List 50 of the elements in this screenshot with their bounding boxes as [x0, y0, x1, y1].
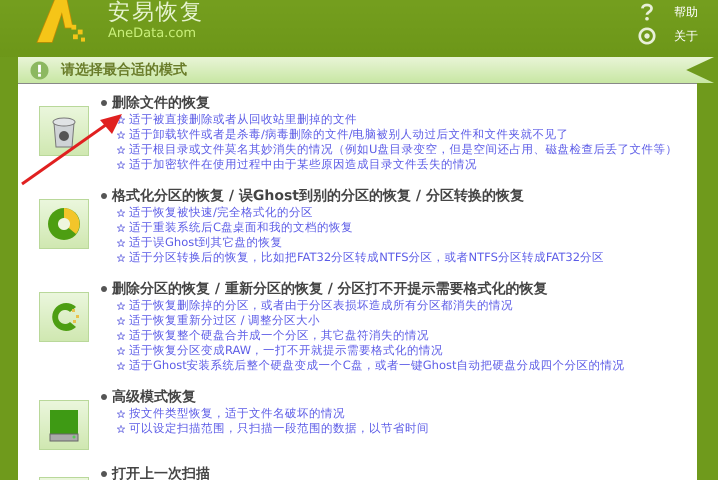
star-icon [117, 130, 125, 138]
mode-description: 适于Ghost安装系统后整个硬盘变成一个C盘，或者一键Ghost自动把硬盘分成四个分区的情况 [129, 358, 625, 373]
star-icon [117, 316, 125, 324]
panel-title: 请选择最合适的模式 [61, 61, 187, 79]
star-icon [117, 208, 125, 216]
mode-title[interactable]: 删除分区的恢复 / 重新分区的恢复 / 分区打不开提示需要格式化的恢复 [112, 280, 548, 298]
help-icon[interactable] [638, 3, 656, 21]
c-letter-icon[interactable] [39, 292, 89, 342]
star-icon [117, 238, 125, 246]
alert-icon [30, 60, 49, 80]
hard-drive-icon[interactable] [39, 400, 89, 450]
star-icon [117, 116, 125, 124]
mode-description: 适于加密软件在使用过程中由于某些原因造成目录文件丢失的情况 [129, 157, 477, 172]
star-icon [117, 346, 125, 354]
star-icon [117, 332, 125, 340]
mode-description: 适于分区转换后的恢复，比如把FAT32分区转成NTFS分区，或者NTFS分区转成FAT32分区 [129, 250, 604, 265]
mode-description: 适于重装系统后C盘桌面和我的文档的恢复 [129, 220, 354, 235]
star-icon [117, 302, 125, 310]
mode-description: 适于根目录或文件莫名其妙消失的情况（例如U盘目录变空，但是空间还占用、磁盘检查后丢了文件等） [129, 142, 678, 157]
star-icon [117, 160, 125, 168]
mode-description: 适于恢复删除掉的分区，或者由于分区表损坏造成所有分区都消失的情况 [129, 298, 513, 313]
mode-description: 可以设定扫描范围，只扫描一段范围的数据，以节省时间 [129, 421, 429, 436]
mode-title[interactable]: 删除文件的恢复 [112, 94, 210, 112]
mode-title[interactable]: 高级模式恢复 [112, 388, 196, 406]
mode-description: 适于误Ghost到其它盘的恢复 [129, 235, 283, 250]
info-icon[interactable] [638, 27, 656, 45]
bullet-icon [101, 193, 107, 199]
mode-description: 按文件类型恢复，适于文件名破坏的情况 [129, 406, 345, 421]
mode-description: 适于恢复整个硬盘合并成一个分区，其它盘符消失的情况 [129, 328, 429, 343]
mode-description: 适于恢复被快速/完全格式化的分区 [129, 205, 313, 220]
star-icon [117, 410, 125, 418]
star-icon [117, 424, 125, 432]
mode-description: 适于被直接删除或者从回收站里删掉的文件 [129, 112, 357, 127]
trash-can-icon[interactable] [39, 106, 89, 156]
website-label: AneData.com [108, 26, 198, 42]
mode-title[interactable]: 打开上一次扫描 [112, 465, 210, 480]
star-icon [117, 224, 125, 232]
pie-chart-icon[interactable] [39, 199, 89, 249]
star-icon [117, 146, 125, 154]
mode-title[interactable]: 格式化分区的恢复 / 误Ghost到别的分区的恢复 / 分区转换的恢复 [112, 187, 524, 205]
app-name: 安易恢复 [108, 0, 204, 26]
mode-description: 适于恢复重新分过区 / 调整分区大小 [129, 313, 320, 328]
mode-description: 适于卸载软件或者是杀毒/病毒删除的文件/电脑被别人动过后文件和文件夹就不见了 [129, 127, 569, 142]
star-icon [117, 362, 125, 370]
bullet-icon [101, 471, 107, 477]
bullet-icon [101, 286, 107, 292]
bullet-icon [101, 100, 107, 106]
star-icon [117, 254, 125, 262]
bullet-icon [101, 394, 107, 400]
mode-description: 适于恢复分区变成RAW，一打不开就提示需要格式化的情况 [129, 343, 444, 358]
